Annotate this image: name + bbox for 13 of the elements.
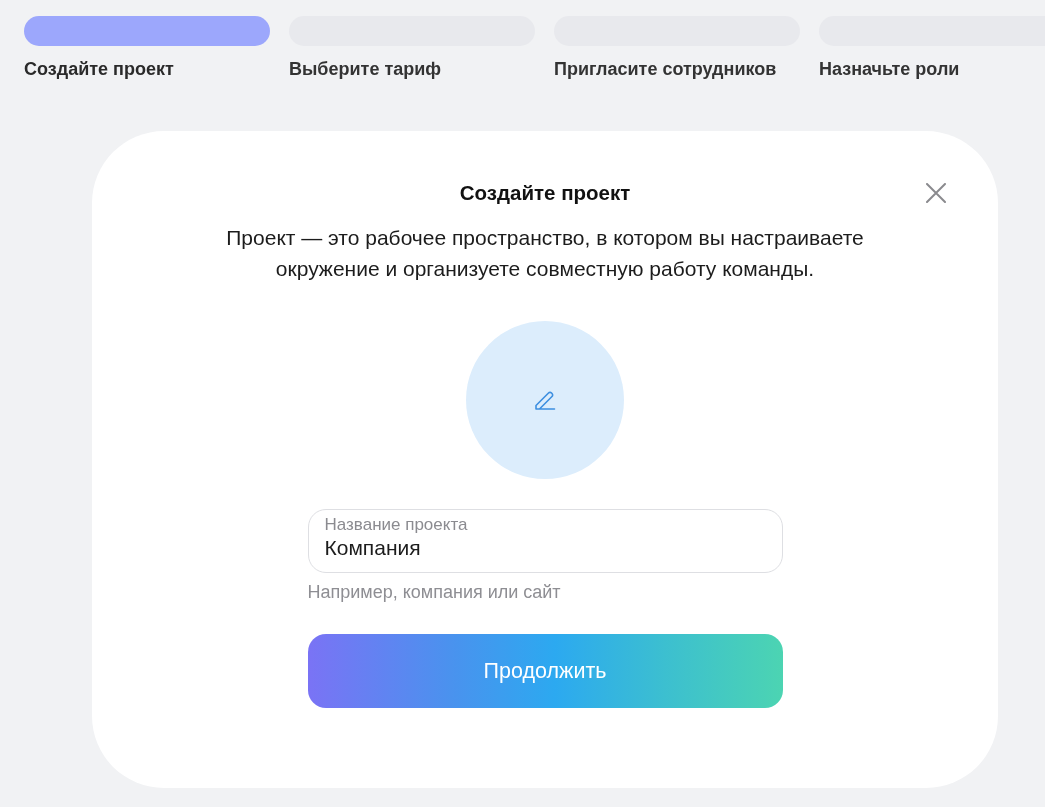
step-label: Создайте проект (24, 58, 174, 80)
dialog-title: Создайте проект (459, 181, 631, 205)
close-icon (926, 183, 946, 203)
pencil-icon (534, 389, 556, 411)
field-hint: Например, компания или сайт (307, 582, 561, 602)
close-button[interactable] (926, 183, 946, 203)
step-label: Выберите тариф (289, 58, 442, 80)
step-label: Назначьте роли (819, 58, 960, 80)
step-label: Пригласите сотрудников (554, 58, 777, 80)
dialog-description: Проект — это рабочее пространство, в котором вы настраиваете окружение и организуете совместную работу команды. (225, 225, 865, 282)
field-label: Название проекта (324, 515, 468, 534)
text-input[interactable]: Компания (324, 535, 766, 561)
project-name-field[interactable]: Название проекта Компания (307, 509, 783, 573)
